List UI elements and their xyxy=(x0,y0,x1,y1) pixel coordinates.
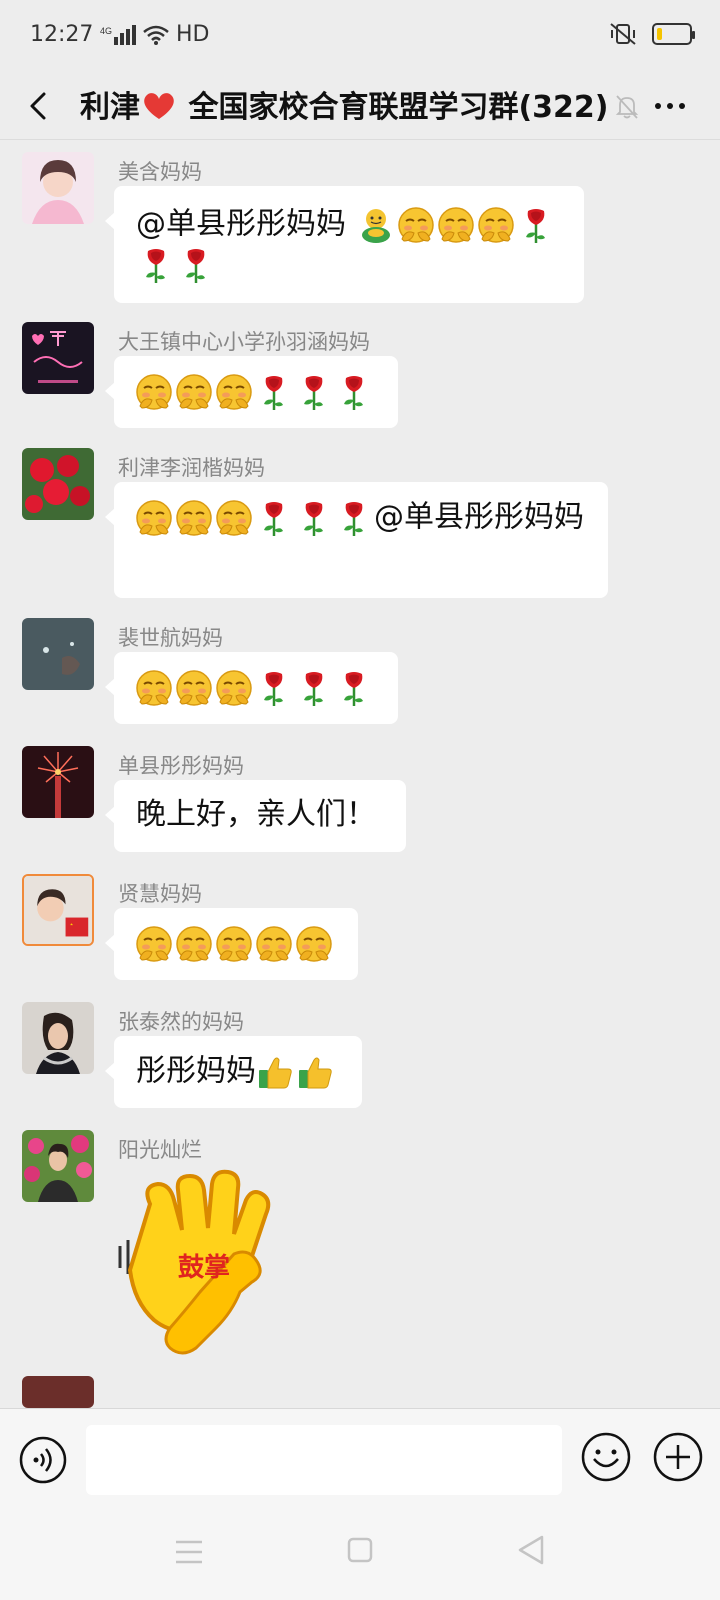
shy-emoji-icon xyxy=(396,205,436,245)
avatar[interactable] xyxy=(22,448,94,520)
wifi-icon xyxy=(143,25,169,45)
rose-emoji-icon xyxy=(294,372,334,412)
status-right xyxy=(608,22,695,46)
voice-icon[interactable] xyxy=(18,1435,68,1485)
hd-label: HD xyxy=(176,22,210,47)
sticker-text: 鼓掌 xyxy=(178,1253,230,1283)
input-bar xyxy=(0,1408,720,1508)
sender-name: 利津李润楷妈妈 xyxy=(118,456,265,480)
rose-emoji-icon xyxy=(136,245,176,285)
plus-icon[interactable] xyxy=(652,1431,704,1483)
shy-emoji-icon xyxy=(174,924,214,964)
sender-name: 大王镇中心小学孙羽涵妈妈 xyxy=(118,330,370,354)
sender-name: 美含妈妈 xyxy=(118,160,202,184)
back-button[interactable] xyxy=(20,86,60,126)
shy-emoji-icon xyxy=(436,205,476,245)
shy-emoji-icon xyxy=(214,498,254,538)
message-text: 晚上好，亲人们！ xyxy=(136,797,376,832)
avatar[interactable] xyxy=(22,1002,94,1074)
sender-name: 贤慧妈妈 xyxy=(118,882,202,906)
sender-name: 张泰然的妈妈 xyxy=(118,1010,244,1034)
signal-icon: 4G xyxy=(100,24,136,45)
network-type: 4G xyxy=(100,26,112,36)
system-nav-bar xyxy=(0,1508,720,1600)
rose-emoji-icon xyxy=(294,498,334,538)
sender-name: 裴世航妈妈 xyxy=(118,626,223,650)
shy-emoji-icon xyxy=(134,372,174,412)
avatar[interactable] xyxy=(22,322,94,394)
shy-emoji-icon xyxy=(134,668,174,708)
mention-text: @单县彤彤妈妈 xyxy=(136,206,356,242)
rose-emoji-icon xyxy=(254,668,294,708)
frog-hug-emoji-icon xyxy=(356,205,396,245)
message-input[interactable] xyxy=(86,1425,562,1495)
shy-emoji-icon xyxy=(174,498,214,538)
message-bubble[interactable] xyxy=(105,652,398,724)
network-status: 4G HD xyxy=(100,22,209,47)
message-bubble[interactable]: 彤彤妈妈 xyxy=(105,1036,362,1108)
more-button[interactable] xyxy=(650,90,690,122)
shy-emoji-icon xyxy=(214,372,254,412)
shy-emoji-icon xyxy=(254,924,294,964)
avatar[interactable] xyxy=(22,1376,94,1408)
back-triangle-icon[interactable] xyxy=(516,1534,546,1566)
avatar[interactable] xyxy=(22,618,94,690)
red-heart-icon xyxy=(144,93,174,119)
vibrate-muted-icon xyxy=(610,23,636,45)
message-bubble[interactable]: @单县彤彤妈妈 xyxy=(105,482,608,598)
rose-emoji-icon xyxy=(334,668,374,708)
thumbs-up-emoji-icon xyxy=(256,1052,296,1092)
chat-header: 利津 全国家校合育联盟学习群(322) xyxy=(0,72,720,140)
mention-text: @单县彤彤妈妈 xyxy=(374,499,584,535)
avatar[interactable] xyxy=(22,1130,94,1202)
group-title: 利津 全国家校合育联盟学习群(322) xyxy=(80,82,609,126)
shy-emoji-icon xyxy=(174,372,214,412)
shy-emoji-icon xyxy=(134,498,174,538)
rose-emoji-icon xyxy=(176,245,216,285)
message-bubble[interactable] xyxy=(105,908,358,980)
rose-emoji-icon xyxy=(254,498,294,538)
message-text: 彤彤妈妈 xyxy=(136,1053,256,1089)
shy-emoji-icon xyxy=(294,924,334,964)
rose-emoji-icon xyxy=(254,372,294,412)
shy-emoji-icon xyxy=(214,924,254,964)
message-bubble[interactable]: 晚上好，亲人们！ xyxy=(105,780,406,852)
message-bubble[interactable]: @单县彤彤妈妈 xyxy=(105,186,584,303)
shy-emoji-icon xyxy=(214,668,254,708)
menu-icon[interactable] xyxy=(174,1538,204,1566)
sender-name: 单县彤彤妈妈 xyxy=(118,754,244,778)
clapping-hands-sticker[interactable]: 鼓掌 xyxy=(114,1164,320,1374)
home-icon[interactable] xyxy=(346,1536,374,1564)
status-bar: 12:27 4G HD xyxy=(0,0,720,72)
rose-emoji-icon xyxy=(334,372,374,412)
shy-emoji-icon xyxy=(476,205,516,245)
shy-emoji-icon xyxy=(174,668,214,708)
shy-emoji-icon xyxy=(134,924,174,964)
emoji-icon[interactable] xyxy=(580,1431,632,1483)
chat-area[interactable]: 美含妈妈 @单县彤彤妈妈 大王镇中心小学孙羽涵妈妈 利津李润楷妈妈 @单县彤彤妈… xyxy=(0,140,720,1408)
rose-emoji-icon xyxy=(294,668,334,708)
avatar[interactable] xyxy=(22,874,94,946)
thumbs-up-emoji-icon xyxy=(296,1052,336,1092)
rose-emoji-icon xyxy=(516,205,556,245)
title-prefix: 利津 xyxy=(80,90,140,125)
avatar[interactable] xyxy=(22,152,94,224)
avatar[interactable] xyxy=(22,746,94,818)
rose-emoji-icon xyxy=(334,498,374,538)
battery-icon xyxy=(652,23,695,45)
sender-name: 阳光灿烂 xyxy=(118,1138,202,1162)
battery-level xyxy=(657,28,662,40)
status-time: 12:27 xyxy=(30,22,94,47)
title-suffix: 全国家校合育联盟学习群(322) xyxy=(178,90,609,125)
message-bubble[interactable] xyxy=(105,356,398,428)
bell-muted-icon xyxy=(615,95,639,119)
